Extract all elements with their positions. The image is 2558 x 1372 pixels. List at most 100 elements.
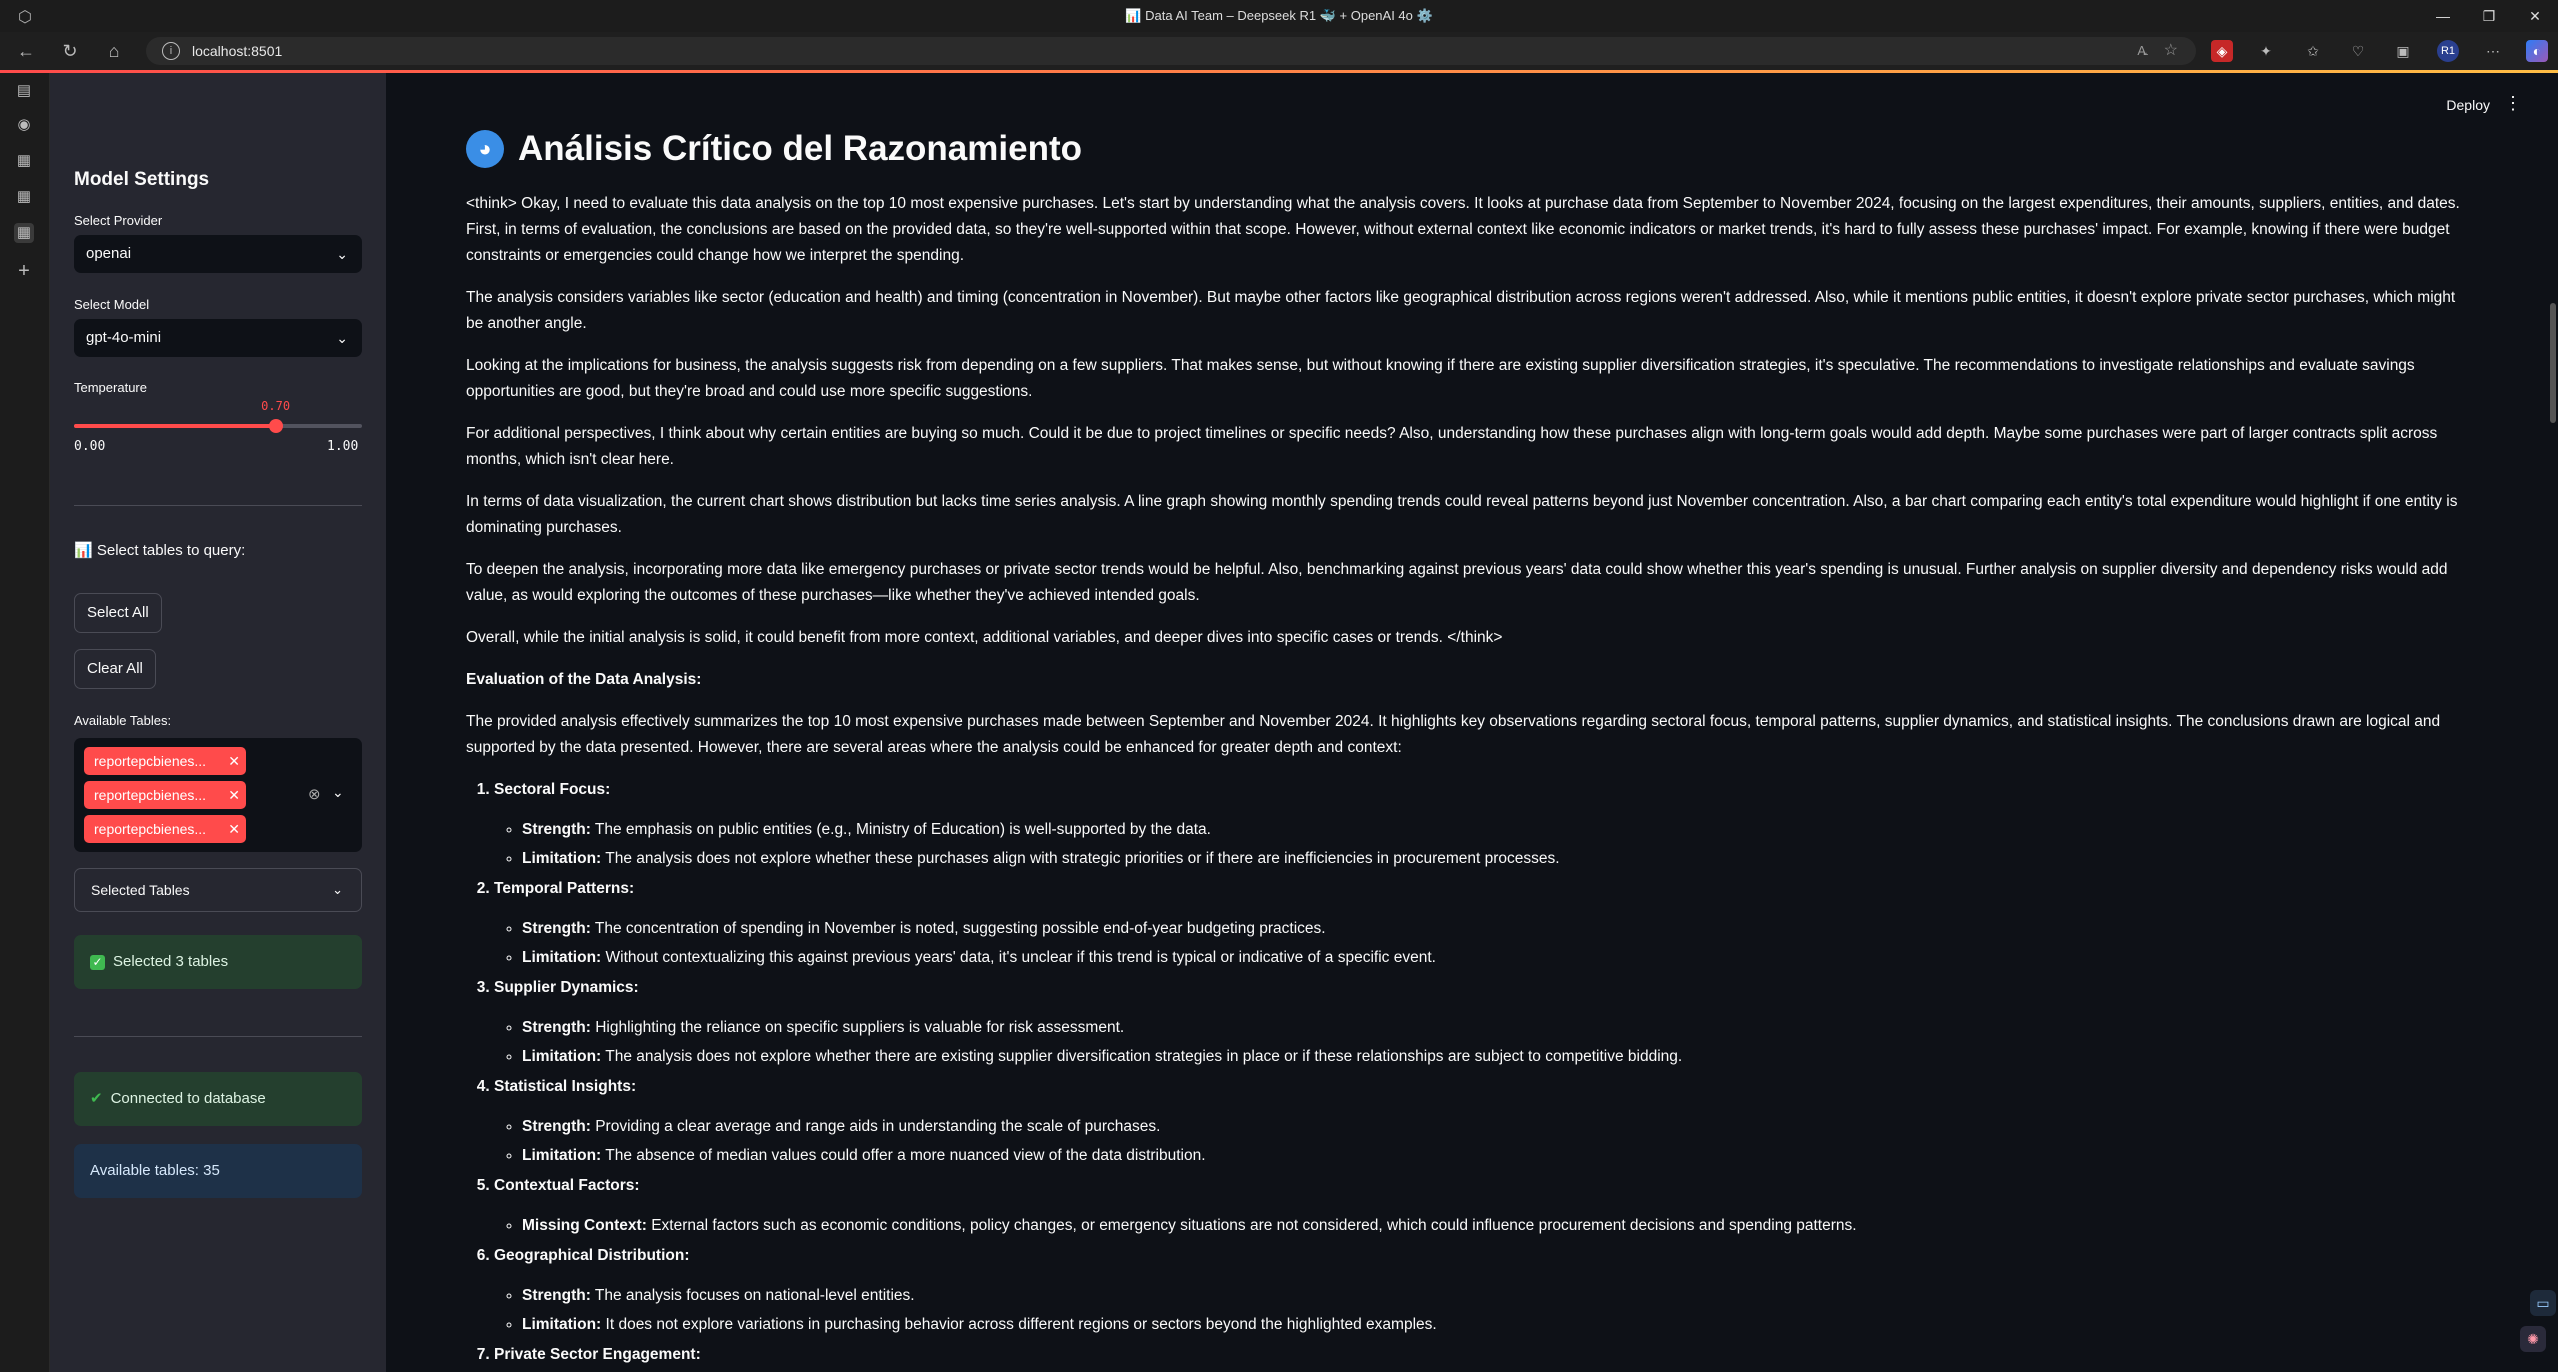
chevron-down-icon: ⌄ [336, 330, 348, 346]
pinned-tab-icon-active[interactable]: ▦ [14, 223, 34, 243]
shield-extension-icon[interactable]: ◈ [2211, 40, 2233, 62]
selected-tables-status: ✓ Selected 3 tables [74, 935, 362, 989]
evaluation-subitem: Strength: The concentration of spending … [522, 916, 2466, 942]
selected-status-text: Selected 3 tables [113, 953, 229, 970]
evaluation-subitem: Limitation: The absence of median values… [522, 1143, 2466, 1169]
pinned-tab-icon-2[interactable]: ▦ [14, 187, 34, 207]
tables-heading: 📊 Select tables to query: [74, 542, 246, 559]
remove-tag-icon[interactable]: ✕ [228, 781, 240, 809]
remove-tag-icon[interactable]: ✕ [228, 747, 240, 775]
temperature-min: 0.00 [74, 439, 106, 454]
subitem-text: The analysis focuses on national-level e… [594, 1287, 915, 1304]
available-tables-label: Available Tables: [74, 713, 172, 728]
read-aloud-icon[interactable]: A꜡ [2137, 37, 2146, 65]
evaluation-item-title: Temporal Patterns: [494, 880, 635, 897]
tab-actions-icon[interactable]: ▤ [14, 81, 34, 101]
app-sidebar: Model Settings Select Provider openai ⌄ … [50, 73, 386, 1372]
back-icon[interactable]: ← [8, 32, 44, 70]
evaluation-item-title: Statistical Insights: [494, 1078, 637, 1095]
provider-select[interactable]: openai ⌄ [74, 235, 362, 273]
chat-widget-icon[interactable]: ▭ [2530, 1290, 2556, 1316]
browser-essentials-icon[interactable]: ♡ [2347, 40, 2369, 62]
subitem-text: Providing a clear average and range aids… [595, 1118, 1161, 1135]
info-icon[interactable]: i [162, 42, 180, 60]
temperature-slider[interactable] [74, 419, 362, 433]
model-value: gpt-4o-mini [86, 329, 162, 346]
provider-value: openai [86, 245, 132, 262]
evaluation-heading: Evaluation of the Data Analysis: [466, 671, 702, 688]
scrollbar-thumb[interactable] [2550, 303, 2556, 423]
new-tab-plus-icon[interactable]: + [14, 261, 34, 281]
evaluation-item: Temporal Patterns: Strength: The concentr… [494, 876, 2466, 971]
window-titlebar: ⬡ 📊 Data AI Team – Deepseek R1 🐳 + OpenA… [0, 0, 2558, 32]
github-icon[interactable]: ◉ [14, 115, 34, 135]
assistant-widget-icon[interactable]: ✺ [2520, 1326, 2546, 1352]
evaluation-sublist: Strength: Providing a clear average and … [494, 1114, 2466, 1169]
minimize-icon[interactable]: — [2420, 0, 2466, 32]
evaluation-subitem: Strength: Highlighting the reliance on s… [522, 1015, 2466, 1041]
address-bar[interactable]: i localhost:8501 A꜡ ☆ [146, 37, 2196, 65]
close-icon[interactable]: ✕ [2512, 0, 2558, 32]
table-tag[interactable]: reportepcbienes... ✕ [84, 781, 246, 809]
extensions-icon[interactable]: ✦ [2255, 40, 2277, 62]
favorites-icon[interactable]: ✩ [2302, 40, 2324, 62]
collections-icon[interactable]: ▣ [2392, 40, 2414, 62]
restore-icon[interactable]: ❐ [2466, 0, 2512, 32]
select-all-button[interactable]: Select All [74, 593, 162, 633]
subitem-label: Limitation: [522, 850, 602, 867]
evaluation-sublist: Strength: The analysis focuses on nation… [494, 1283, 2466, 1338]
chevron-down-icon[interactable]: ⌄ [332, 784, 344, 801]
think-paragraph: Looking at the implications for business… [466, 357, 2415, 400]
subitem-label: Limitation: [522, 1147, 602, 1164]
clear-all-button[interactable]: Clear All [74, 649, 156, 689]
subitem-label: Limitation: [522, 949, 602, 966]
evaluation-list: Sectoral Focus: Strength: The emphasis on… [466, 777, 2466, 1368]
evaluation-subitem: Limitation: Without contextualizing this… [522, 945, 2466, 971]
model-select[interactable]: gpt-4o-mini ⌄ [74, 319, 362, 357]
subitem-text: It does not explore variations in purcha… [605, 1316, 1437, 1333]
slider-thumb[interactable] [268, 419, 283, 433]
browser-sidebar-strip: ▤ ◉ ▦ ▦ ▦ + [0, 73, 50, 1372]
evaluation-item: Supplier Dynamics: Strength: Highlighting… [494, 975, 2466, 1070]
reload-icon[interactable]: ↻ [52, 32, 88, 70]
tables-multiselect[interactable]: reportepcbienes... ✕ reportepcbienes... ✕ … [74, 738, 362, 852]
clear-selection-icon[interactable]: ⊗ [308, 785, 321, 803]
evaluation-sublist: Strength: The concentration of spending … [494, 916, 2466, 971]
evaluation-subitem: Missing Context: External factors such a… [522, 1213, 2466, 1239]
subitem-text: The emphasis on public entities (e.g., M… [594, 821, 1211, 838]
evaluation-sublist: Strength: The emphasis on public entitie… [494, 817, 2466, 872]
url-text: localhost:8501 [192, 43, 283, 59]
temperature-value: 0.70 [261, 399, 291, 413]
main-content: Deploy ⋮ ◕ Análisis Crítico del Razonami… [386, 73, 2558, 1372]
evaluation-item: Sectoral Focus: Strength: The emphasis on… [494, 777, 2466, 872]
window-title: 📊 Data AI Team – Deepseek R1 🐳 + OpenAI … [1125, 8, 1433, 23]
available-tables-info: Available tables: 35 [74, 1144, 362, 1198]
evaluation-sublist: Strength: Highlighting the reliance on s… [494, 1015, 2466, 1070]
temperature-label: Temperature [74, 380, 147, 395]
home-icon[interactable]: ⌂ [96, 32, 132, 70]
evaluation-item-title: Private Sector Engagement: [494, 1346, 701, 1363]
evaluation-subitem: Limitation: The analysis does not explor… [522, 1044, 2466, 1070]
check-box-icon: ✓ [90, 954, 105, 970]
favorite-star-icon[interactable]: ☆ [2164, 37, 2178, 65]
table-tag[interactable]: reportepcbienes... ✕ [84, 747, 246, 775]
subitem-label: Strength: [522, 821, 591, 838]
table-tag[interactable]: reportepcbienes... ✕ [84, 815, 246, 843]
more-menu-icon[interactable]: ⋯ [2482, 40, 2504, 62]
evaluation-item: Geographical Distribution: Strength: The … [494, 1243, 2466, 1338]
selected-tables-expander[interactable]: Selected Tables ⌄ [74, 868, 362, 912]
slider-fill [74, 424, 276, 428]
copilot-icon[interactable]: ◐ [2526, 40, 2548, 62]
model-label: Select Model [74, 297, 150, 312]
evaluation-subitem: Strength: Providing a clear average and … [522, 1114, 2466, 1140]
think-paragraph: First, in terms of evaluation, the concl… [466, 221, 2450, 264]
evaluation-subitem: Limitation: The analysis does not explor… [522, 846, 2466, 872]
chevron-down-icon: ⌄ [336, 246, 348, 262]
deploy-button[interactable]: Deploy [2446, 97, 2490, 113]
profile-avatar[interactable]: R1 [2437, 40, 2459, 62]
kebab-menu-icon[interactable]: ⋮ [2504, 93, 2522, 114]
expander-label: Selected Tables [91, 882, 190, 898]
subitem-text: Without contextualizing this against pre… [605, 949, 1436, 966]
pinned-tab-icon-1[interactable]: ▦ [14, 151, 34, 171]
remove-tag-icon[interactable]: ✕ [228, 815, 240, 843]
